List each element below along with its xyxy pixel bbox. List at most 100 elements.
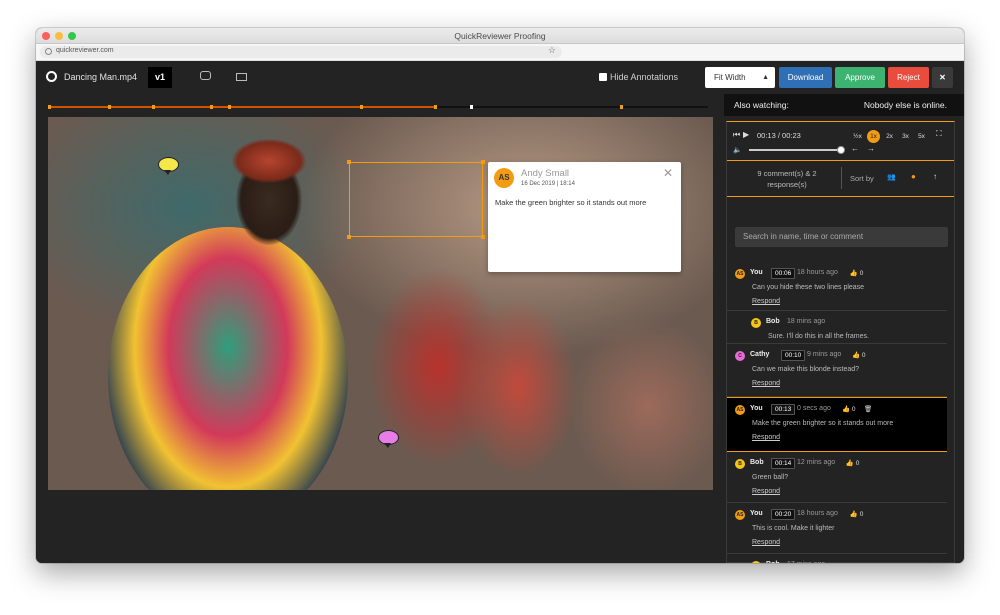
- comment-time-ago: 0 secs ago: [797, 405, 831, 412]
- respond-link[interactable]: Respond: [752, 488, 780, 495]
- approve-button[interactable]: Approve: [835, 67, 885, 88]
- comment-list[interactable]: AS You 00:06 18 hours ago 👍 0 Can you hide th…: [727, 262, 956, 563]
- title-bar: QuickReviewer Proofing: [36, 28, 964, 44]
- volume-knob[interactable]: [837, 146, 845, 154]
- comment-item[interactable]: AS You 00:06 18 hours ago 👍 0 Can you hide th…: [727, 262, 947, 311]
- app-toolbar: Dancing Man.mp4 v1 Hide Annotations Fit …: [36, 61, 964, 94]
- comment-reply[interactable]: B Bob 18 mins ago Sure. I'll do this in all…: [727, 311, 947, 344]
- resize-handle[interactable]: [481, 235, 485, 239]
- video-background: [458, 297, 578, 477]
- comment-reply[interactable]: BBob17 mins agoAye aye captain!: [727, 554, 947, 563]
- presence-bar: Also watching: Nobody else is online.: [724, 94, 964, 116]
- sort-direction-icon[interactable]: ↑: [933, 172, 937, 181]
- annotation-popup: AS Andy Small 16 Dec 2019 | 18:14 ✕ Make…: [488, 162, 681, 272]
- timeline-marker[interactable]: [210, 105, 213, 109]
- volume-icon[interactable]: 🔈: [733, 146, 742, 154]
- timeline-marker[interactable]: [434, 105, 437, 109]
- speed-option[interactable]: 1x: [867, 130, 880, 143]
- comment-time-ago: 18 mins ago: [787, 318, 826, 325]
- comment-avatar: AS: [735, 269, 745, 279]
- respond-link[interactable]: Respond: [752, 298, 780, 305]
- comment-timestamp[interactable]: 00:20: [771, 509, 796, 520]
- bookmark-star-icon[interactable]: ☆: [548, 45, 556, 56]
- timeline-marker[interactable]: [620, 105, 623, 109]
- speed-option[interactable]: 3x: [899, 130, 912, 143]
- comment-item[interactable]: AS You 00:20 18 hours ago 👍 0 This is cool. M…: [727, 503, 947, 554]
- like-icon[interactable]: 👍 0: [852, 351, 866, 359]
- hide-annotations-toggle[interactable]: Hide Annotations: [599, 72, 678, 82]
- comment-author: You: [750, 405, 763, 412]
- fullscreen-icon[interactable]: ⛶: [936, 129, 942, 139]
- next-comment-icon[interactable]: →: [867, 144, 875, 153]
- popup-close-icon[interactable]: ✕: [663, 166, 673, 180]
- comment-timestamp[interactable]: 00:14: [771, 458, 796, 469]
- volume-slider[interactable]: [749, 146, 845, 154]
- comment-text: Can you hide these two lines please: [752, 284, 865, 291]
- fit-width-select[interactable]: Fit Width ▲: [705, 67, 775, 88]
- comment-author: You: [750, 510, 763, 517]
- timeline-marker[interactable]: [360, 105, 363, 109]
- resize-handle[interactable]: [347, 160, 351, 164]
- comment-text: Make the green brighter so it stands out…: [752, 420, 894, 427]
- like-icon[interactable]: 👍 0: [846, 459, 860, 467]
- comment-item[interactable]: B Bob 00:14 12 mins ago 👍 0 Green ball? Respon…: [727, 452, 947, 503]
- speed-option[interactable]: ½x: [851, 130, 864, 143]
- app-window: QuickReviewer Proofing quickreviewer.com…: [36, 28, 964, 563]
- timeline-marker[interactable]: [152, 105, 155, 109]
- play-icon[interactable]: ▶: [743, 130, 749, 139]
- timeline-marker[interactable]: [470, 105, 473, 109]
- close-button[interactable]: ✕: [932, 67, 953, 88]
- player-bottom-area: [36, 490, 724, 563]
- respond-link[interactable]: Respond: [752, 380, 780, 387]
- comment-author: You: [750, 269, 763, 276]
- like-icon[interactable]: 👍 0: [850, 510, 864, 518]
- video-frame[interactable]: AS Andy Small 16 Dec 2019 | 18:14 ✕ Make…: [48, 117, 713, 490]
- timeline-marker[interactable]: [108, 105, 111, 109]
- annotation-comment-icon[interactable]: [378, 430, 399, 448]
- skip-back-icon[interactable]: ⏮: [733, 130, 740, 140]
- like-icon[interactable]: 👍 0: [850, 269, 864, 277]
- nobody-online-text: Nobody else is online.: [863, 100, 947, 110]
- resize-handle[interactable]: [481, 160, 485, 164]
- timeline-marker[interactable]: [48, 105, 51, 109]
- comment-author: Bob: [766, 318, 780, 325]
- comment-timestamp[interactable]: 00:13: [771, 404, 796, 415]
- comment-timestamp[interactable]: 00:10: [781, 350, 806, 361]
- previous-comment-icon[interactable]: ←: [851, 144, 859, 153]
- comment-avatar: B: [735, 459, 745, 469]
- comment-timeline[interactable]: [48, 105, 708, 109]
- also-watching-label: Also watching:: [734, 100, 789, 110]
- delete-icon[interactable]: 🗑: [864, 405, 872, 413]
- comment-text: Green ball?: [752, 474, 789, 481]
- sort-by-time-icon[interactable]: ●: [911, 172, 916, 181]
- rectangle-tool-icon[interactable]: [236, 73, 247, 81]
- reject-button[interactable]: Reject: [888, 67, 929, 88]
- site-info-icon[interactable]: [45, 48, 52, 55]
- hide-annotations-checkbox[interactable]: [599, 73, 607, 81]
- comment-avatar: AS: [735, 405, 745, 415]
- download-button[interactable]: Download: [779, 67, 832, 88]
- like-icon[interactable]: 👍 0: [842, 405, 856, 413]
- respond-link[interactable]: Respond: [752, 539, 780, 546]
- comment-tool-icon[interactable]: [200, 71, 211, 80]
- respond-link[interactable]: Respond: [752, 434, 780, 441]
- speed-option[interactable]: 2x: [883, 130, 896, 143]
- quickreviewer-logo-icon: [46, 71, 57, 82]
- timeline-marker[interactable]: [228, 105, 231, 109]
- timeline-remaining: [436, 106, 708, 108]
- sort-by-user-icon[interactable]: 👥: [887, 173, 896, 181]
- popup-author: Andy Small: [521, 168, 570, 179]
- comment-timestamp[interactable]: 00:06: [771, 268, 796, 279]
- comment-search-input[interactable]: Search in name, time or comment: [735, 227, 948, 247]
- speed-options: ½x 1x 2x 3x 5x: [851, 130, 931, 144]
- version-badge[interactable]: v1: [148, 67, 172, 88]
- address-field[interactable]: quickreviewer.com ☆: [40, 45, 562, 58]
- comment-item[interactable]: C Cathy 00:10 9 mins ago 👍 0 Can we make this…: [727, 344, 947, 397]
- resize-handle[interactable]: [347, 235, 351, 239]
- speed-option[interactable]: 5x: [915, 130, 928, 143]
- annotation-comment-icon[interactable]: [158, 157, 179, 175]
- annotation-rectangle[interactable]: [347, 160, 485, 239]
- player-controls-panel: ⏮ ▶ 00:13 / 00:23 ½x 1x 2x 3x 5x ⛶ 🔈 ← → 9 c…: [726, 121, 955, 563]
- comment-item[interactable]: AS You 00:13 0 secs ago 👍 0 🗑 Make the green b…: [727, 397, 947, 452]
- sort-by-label: Sort by: [850, 174, 874, 183]
